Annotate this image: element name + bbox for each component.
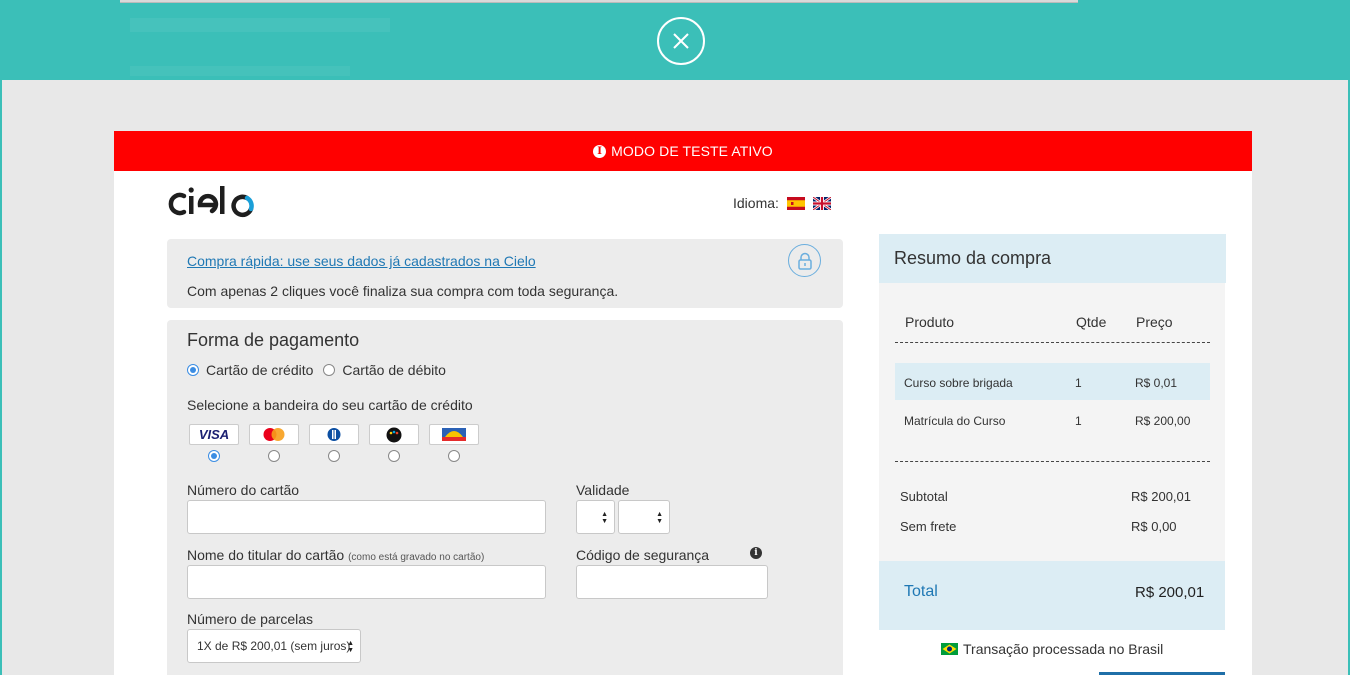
payment-title: Forma de pagamento [187, 330, 360, 350]
close-button[interactable] [657, 17, 705, 65]
brand-select-label: Selecione a bandeira do seu cartão de cr… [187, 397, 473, 413]
card-number-label: Número do cartão [187, 482, 300, 498]
elo-radio[interactable] [388, 450, 400, 463]
aura-radio[interactable] [448, 450, 460, 463]
holder-name-label-text: Nome do titular do cartão [187, 547, 345, 563]
shipping-label: Sem frete [900, 519, 957, 534]
elo-logo[interactable] [369, 424, 419, 445]
overlay-left-edge [0, 80, 2, 675]
credit-card-radio[interactable] [187, 364, 199, 376]
summary-title: Resumo da compra [894, 248, 1052, 268]
payment-form: Forma de pagamento Cartão de crédito Car… [167, 320, 843, 675]
item-product: Curso sobre brigada [904, 376, 1013, 390]
spain-flag-icon[interactable] [786, 196, 805, 210]
language-label: Idioma: [733, 195, 779, 211]
diners-logo[interactable] [309, 424, 359, 445]
total-value: R$ 200,01 [1135, 584, 1205, 601]
test-mode-text: MODO DE TESTE ATIVO [611, 143, 773, 159]
item-qty: 1 [1075, 414, 1082, 428]
subtotal-value: R$ 200,01 [1131, 489, 1191, 504]
background-ghost-text-2 [130, 66, 350, 76]
subtotal-label: Subtotal [900, 489, 948, 504]
summary-divider [895, 342, 1210, 343]
payment-type-options: Cartão de crédito Cartão de débito [187, 362, 456, 378]
checkout-modal: i MODO DE TESTE ATIVO Idioma: [114, 131, 1252, 675]
installments-label: Número de parcelas [187, 611, 314, 627]
credit-card-option[interactable]: Cartão de crédito [187, 362, 313, 378]
validity-year-select[interactable]: ▲ ▼ [618, 500, 670, 534]
mastercard-radio[interactable] [268, 450, 280, 463]
debit-card-label: Cartão de débito [342, 362, 446, 378]
item-price: R$ 0,01 [1135, 376, 1178, 390]
total-label: Total [904, 583, 938, 600]
select-arrows-icon: ▲ ▼ [601, 511, 608, 525]
card-number-input[interactable] [187, 500, 546, 534]
mastercard-logo[interactable] [249, 424, 299, 445]
installments-value: 1X de R$ 200,01 (sem juros) [197, 639, 351, 653]
holder-name-label: Nome do titular do cartão (como está gra… [187, 547, 484, 563]
diners-radio[interactable] [328, 450, 340, 463]
select-arrows-icon: ▲ ▼ [347, 640, 354, 654]
brand-elo [369, 424, 419, 463]
item-qty: 1 [1075, 376, 1082, 390]
cielo-logo [168, 184, 264, 223]
validity-month-select[interactable]: ▲ ▼ [576, 500, 615, 534]
browser-edge [120, 0, 1078, 3]
brand-diners [309, 424, 359, 463]
security-code-info-icon[interactable]: i [750, 547, 762, 559]
security-code-input[interactable] [576, 565, 768, 599]
aura-logo[interactable] [429, 424, 479, 445]
brand-visa: VISA [189, 424, 239, 463]
visa-logo[interactable]: VISA [189, 424, 239, 445]
holder-name-input[interactable] [187, 565, 546, 599]
overlay-top-bar [0, 0, 1350, 80]
shipping-value: R$ 0,00 [1131, 519, 1177, 534]
column-product: Produto [905, 314, 955, 330]
brand-aura [429, 424, 479, 463]
transaction-note-text: Transação processada no Brasil [963, 641, 1164, 657]
select-arrows-icon: ▲ ▼ [656, 511, 663, 525]
holder-name-hint: (como está gravado no cartão) [348, 552, 485, 563]
quick-buy-description: Com apenas 2 cliques você finaliza sua c… [187, 283, 619, 299]
order-summary: Resumo da compra Produto Qtde Preço Curs… [879, 234, 1226, 630]
credit-card-label: Cartão de crédito [206, 362, 314, 378]
brazil-flag-icon [941, 643, 958, 655]
debit-card-option[interactable]: Cartão de débito [323, 362, 446, 378]
brand-mastercard [249, 424, 299, 463]
summary-divider [895, 461, 1210, 462]
info-icon: i [593, 144, 607, 158]
item-product: Matrícula do Curso [904, 414, 1006, 428]
visa-radio[interactable] [208, 450, 220, 463]
test-mode-banner: i MODO DE TESTE ATIVO [114, 131, 1252, 171]
uk-flag-icon[interactable] [812, 196, 831, 210]
lock-icon [788, 244, 821, 277]
quick-buy-link[interactable]: Compra rápida: use seus dados já cadastr… [187, 253, 536, 269]
close-icon [673, 33, 689, 49]
quick-buy-panel: Compra rápida: use seus dados já cadastr… [167, 239, 843, 308]
transaction-note: Transação processada no Brasil [941, 641, 1163, 657]
summary-header: Resumo da compra [879, 234, 1226, 283]
validity-label: Validade [576, 482, 630, 498]
column-qty: Qtde [1076, 314, 1107, 330]
column-price: Preço [1136, 314, 1173, 330]
language-selector: Idioma: [733, 195, 831, 211]
card-brand-list: VISA [189, 424, 489, 463]
item-price: R$ 200,00 [1135, 414, 1191, 428]
debit-card-radio[interactable] [323, 364, 336, 376]
security-code-label: Código de segurança [576, 547, 710, 563]
installments-select[interactable]: 1X de R$ 200,01 (sem juros) ▲ ▼ [187, 629, 361, 663]
background-ghost-text [130, 18, 390, 32]
total-box: Total R$ 200,01 [879, 561, 1225, 630]
